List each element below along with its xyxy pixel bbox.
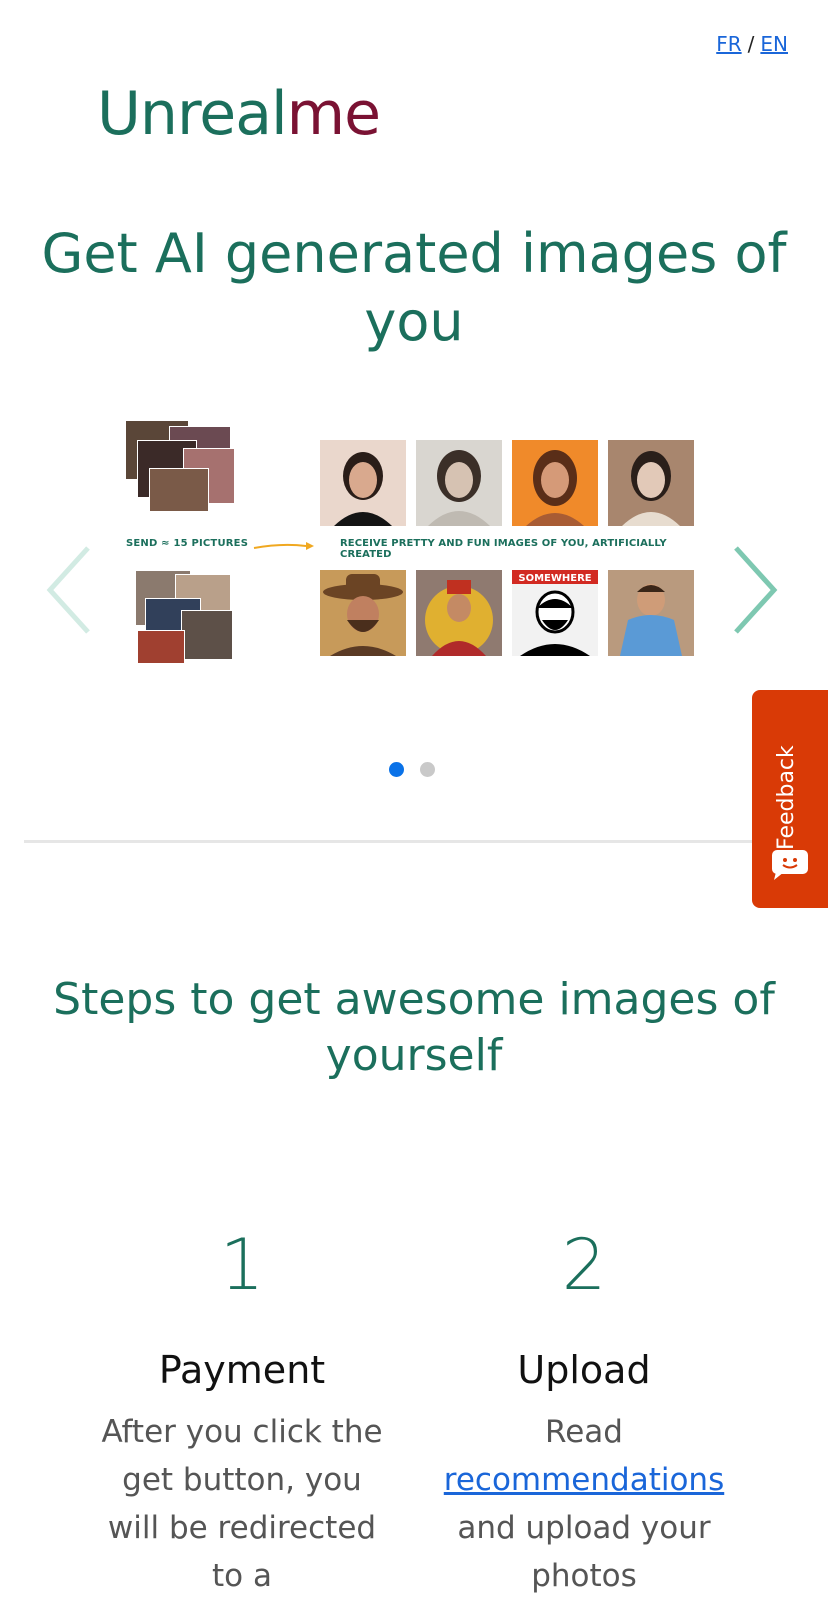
hero-title: Get AI generated images of you: [41, 222, 787, 353]
step-description-text: After you click the get button, you will…: [101, 1414, 383, 1594]
carousel-pagination: [389, 762, 451, 781]
carousel-slide: SEND ≈ 15 PICTURES RECEIVE PRETTY AND FU…: [120, 420, 700, 664]
arrow-right-icon: [252, 538, 314, 552]
language-switcher: FR / EN: [716, 32, 788, 56]
generated-image: SOMEWHERE: [512, 570, 598, 656]
carousel-next-arrow-icon[interactable]: [724, 540, 784, 640]
steps-section-title: Steps to get awesome images of yourself: [53, 974, 775, 1081]
generated-image: [320, 570, 406, 656]
generated-image: [512, 440, 598, 526]
input-photos-stack-top: [125, 420, 235, 515]
recommendations-link[interactable]: recommendations: [444, 1462, 724, 1498]
generated-image: [608, 570, 694, 656]
step-name: Upload: [517, 1348, 651, 1392]
generated-image: [416, 440, 502, 526]
input-photos-stack-bottom: [135, 570, 235, 665]
logo-part-me: me: [286, 79, 381, 149]
step-name: Payment: [158, 1348, 326, 1392]
step-number: 2: [561, 1224, 607, 1306]
step-upload: 2 Upload Read recommendations and upload y…: [434, 1220, 734, 1600]
lang-separator: /: [747, 32, 755, 56]
step-description-text: Read: [545, 1414, 623, 1450]
step-payment: 1 Payment After you click the get button…: [92, 1220, 392, 1600]
receive-images-label: RECEIVE PRETTY AND FUN IMAGES OF YOU, AR…: [340, 538, 667, 560]
lang-fr-link[interactable]: FR: [716, 32, 741, 56]
feedback-tab[interactable]: Feedback: [752, 690, 828, 908]
chat-face-icon: [772, 850, 808, 880]
step-number: 1: [219, 1224, 265, 1306]
generated-image: [608, 440, 694, 526]
step-description: Read recommendations and upload your photo…: [434, 1408, 734, 1600]
image-carousel: SEND ≈ 15 PICTURES RECEIVE PRETTY AND FU…: [0, 420, 828, 664]
lang-en-link[interactable]: EN: [760, 32, 788, 56]
poster-text: SOMEWHERE: [518, 573, 591, 584]
carousel-dot-2[interactable]: [420, 762, 435, 777]
step-description: After you click the get button, you will…: [92, 1408, 392, 1600]
feedback-label: Feedback: [774, 745, 799, 850]
logo-part-unreal: Unreal: [97, 79, 288, 149]
carousel-prev-arrow-icon[interactable]: [40, 540, 100, 640]
section-divider: [24, 840, 752, 843]
generated-image: [320, 440, 406, 526]
send-pictures-label: SEND ≈ 15 PICTURES: [126, 538, 249, 549]
site-logo[interactable]: Unrealme: [97, 84, 381, 144]
carousel-dot-1[interactable]: [389, 762, 404, 777]
step-description-text: and upload your photos: [457, 1510, 711, 1594]
generated-image: [416, 570, 502, 656]
